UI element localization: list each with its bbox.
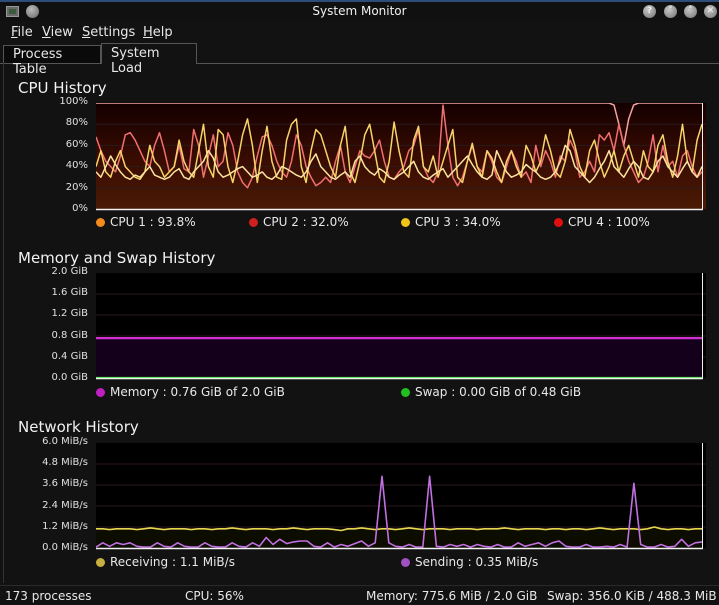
tab-process-table[interactable]: Process Table (3, 45, 101, 77)
legend-swap: Swap : 0.00 GiB of 0.48 GiB (401, 385, 581, 399)
y-tick-label: 0.4 GiB (51, 350, 88, 362)
process-count: 173 processes (5, 589, 92, 603)
legend-sending: Sending : 0.35 MiB/s (401, 555, 538, 569)
cpu1-color-icon (96, 218, 105, 227)
legend-label: CPU 1 : 93.8% (110, 215, 196, 229)
legend-label: Swap : 0.00 GiB of 0.48 GiB (415, 385, 582, 399)
legend-label: CPU 3 : 34.0% (415, 215, 501, 229)
cpu-status: CPU: 56% (185, 589, 244, 603)
y-tick-label: 20% (65, 181, 88, 193)
menu-label: ile (17, 25, 33, 40)
menu-file[interactable]: File (11, 25, 33, 40)
tab-bar: Process Table System Load (0, 43, 719, 77)
swap-status: Swap: 356.0 KiB / 488.3 MiB (547, 589, 717, 603)
legend-cpu2: CPU 2 : 32.0% (249, 215, 349, 229)
legend-memory: Memory : 0.76 GiB of 2.0 GiB (96, 385, 285, 399)
help-button[interactable]: ? (643, 5, 656, 18)
cpu4-color-icon (554, 218, 563, 227)
menu-settings[interactable]: Settings (82, 25, 135, 40)
series-area-receiving (96, 527, 702, 548)
menu-label: iew (50, 25, 73, 40)
help-icon: ? (646, 6, 653, 16)
y-tick-label: 6.0 MiB/s (42, 436, 88, 447)
legend-cpu3: CPU 3 : 34.0% (401, 215, 501, 229)
y-tick-label: 80% (65, 117, 88, 129)
menu-label: elp (152, 25, 173, 40)
close-button[interactable]: ✕ (704, 5, 717, 18)
y-tick-label: 100% (59, 96, 88, 107)
cpu-history-title: CPU History (18, 79, 107, 97)
memory-color-icon (96, 388, 105, 397)
window-title: System Monitor (312, 4, 407, 18)
y-tick-label: 40% (65, 160, 88, 172)
title-bar: System Monitor ? ˅ ˄ ✕ (0, 0, 719, 21)
menu-accel: H (143, 25, 153, 40)
y-tick-label: 0.8 GiB (51, 329, 88, 341)
y-tick-label: 4.8 MiB/s (42, 457, 88, 469)
sending-color-icon (401, 558, 410, 567)
cpu-history-chart (96, 103, 706, 211)
y-tick-label: 2.4 MiB/s (42, 499, 88, 511)
minimize-button[interactable]: ˅ (664, 5, 677, 18)
menu-view[interactable]: View (42, 25, 73, 40)
receiving-color-icon (96, 558, 105, 567)
chevron-up-icon: ˄ (688, 6, 693, 16)
tab-system-load[interactable]: System Load (101, 43, 197, 76)
legend-label: CPU 4 : 100% (568, 215, 650, 229)
memory-status: Memory: 775.6 MiB / 2.0 GiB (366, 589, 538, 603)
swap-color-icon (401, 388, 410, 397)
y-tick-label: 60% (65, 138, 88, 150)
menu-bar: File View Settings Help (0, 22, 719, 42)
menu-label: ettings (90, 25, 136, 40)
legend-label: Sending : 0.35 MiB/s (415, 555, 539, 569)
legend-cpu4: CPU 4 : 100% (554, 215, 650, 229)
chevron-down-icon: ˅ (668, 6, 673, 16)
y-tick-label: 0.0 GiB (51, 372, 88, 383)
menu-help[interactable]: Help (143, 25, 173, 40)
y-tick-label: 0.0 MiB/s (42, 542, 88, 553)
legend-receiving: Receiving : 1.1 MiB/s (96, 555, 235, 569)
legend-cpu1: CPU 1 : 93.8% (96, 215, 196, 229)
series-area-memory (96, 338, 702, 378)
status-bar: 173 processes CPU: 56% Memory: 775.6 MiB… (0, 585, 719, 605)
memory-history-chart (96, 273, 706, 380)
y-tick-label: 3.6 MiB/s (42, 478, 88, 490)
legend-label: CPU 2 : 32.0% (263, 215, 349, 229)
y-tick-label: 1.2 MiB/s (42, 520, 88, 532)
legend-label: Memory : 0.76 GiB of 2.0 GiB (110, 385, 285, 399)
cpu3-color-icon (401, 218, 410, 227)
y-tick-label: 0% (72, 203, 88, 214)
menu-accel: V (42, 25, 51, 40)
maximize-button[interactable]: ˄ (684, 5, 697, 18)
close-icon: ✕ (706, 6, 715, 16)
memory-history-title: Memory and Swap History (18, 249, 216, 267)
network-history-title: Network History (18, 418, 139, 436)
y-tick-label: 2.0 GiB (51, 266, 88, 277)
y-tick-label: 1.6 GiB (51, 287, 88, 299)
cpu2-color-icon (249, 218, 258, 227)
y-tick-label: 1.2 GiB (51, 308, 88, 320)
legend-label: Receiving : 1.1 MiB/s (110, 555, 235, 569)
network-history-chart (96, 443, 706, 550)
